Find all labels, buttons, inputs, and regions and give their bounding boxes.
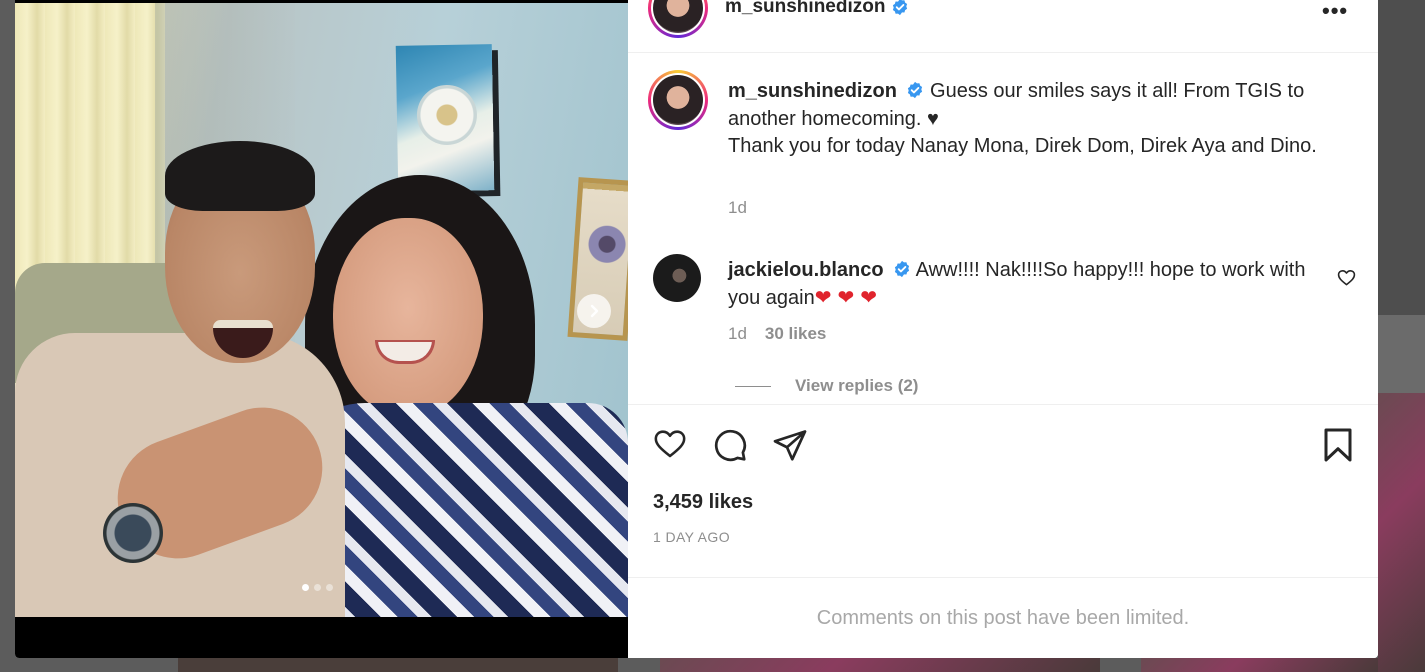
background-strip: [1378, 0, 1425, 315]
background-thumbnail[interactable]: [1141, 658, 1378, 672]
comment-text: jackielou.blanco Aww!!!! Nak!!!!So happy…: [728, 256, 1308, 312]
comment-button[interactable]: [712, 427, 748, 468]
verified-badge-icon: [908, 82, 923, 99]
save-button[interactable]: [1322, 427, 1354, 468]
profile-picture: [653, 75, 703, 125]
caption-line-2: Thank you for today Nanay Mona, Direk Do…: [728, 135, 1317, 157]
photo-image: [15, 3, 628, 617]
username-text: m_sunshinedizon: [725, 0, 886, 17]
heart-icon: [654, 430, 686, 458]
bookmark-icon: [1324, 428, 1352, 462]
post-header: m_sunshinedizon •••: [628, 0, 1378, 53]
man-hair: [165, 141, 315, 211]
author-avatar[interactable]: [648, 0, 708, 38]
view-replies-label: View replies (2): [795, 376, 919, 395]
post-likes-count[interactable]: 3,459 likes: [653, 491, 753, 514]
carousel-indicator: [302, 584, 333, 591]
background-thumbnail[interactable]: [1378, 393, 1425, 672]
comment-likes[interactable]: 30 likes: [765, 324, 826, 344]
caption-timestamp[interactable]: 1d: [728, 198, 747, 218]
verified-badge-icon: [895, 261, 910, 278]
wall-painting: [395, 44, 495, 192]
comment-like-button[interactable]: [1337, 268, 1356, 292]
post-actions-section: 3,459 likes 1 DAY AGO: [628, 404, 1378, 577]
heart-icon: [1337, 269, 1356, 286]
wrist-watch: [103, 503, 163, 563]
woman-face: [333, 218, 483, 418]
comment-icon: [714, 429, 747, 462]
background-thumbnail[interactable]: [178, 658, 618, 672]
post-modal: m_sunshinedizon ••• m_sunshinedizon Gues…: [15, 0, 1378, 658]
chevron-right-icon: [590, 304, 599, 318]
carousel-next-button[interactable]: [577, 294, 611, 328]
author-username[interactable]: m_sunshinedizon: [725, 0, 909, 18]
share-button[interactable]: [772, 427, 808, 468]
painting-flower: [585, 222, 628, 266]
comment-timestamp[interactable]: 1d: [728, 324, 747, 344]
carousel-dot: [302, 584, 309, 591]
comment-meta: 1d 30 likes: [728, 324, 826, 344]
caption-avatar[interactable]: [648, 70, 708, 130]
replies-divider: [735, 385, 771, 387]
caption-username[interactable]: m_sunshinedizon: [728, 80, 897, 102]
carousel-dot: [314, 584, 321, 591]
like-button[interactable]: [652, 427, 688, 466]
background-strip: [1378, 315, 1425, 393]
heart-emojis: ❤❤❤: [814, 287, 884, 309]
post-photo[interactable]: [15, 0, 628, 658]
post-date[interactable]: 1 DAY AGO: [653, 529, 730, 545]
caption-text: m_sunshinedizon Guess our smiles says it…: [728, 78, 1338, 161]
verified-badge-icon: [893, 0, 908, 16]
background-thumbnail[interactable]: [660, 658, 1100, 672]
comments-limited-notice: Comments on this post have been limited.: [628, 577, 1378, 658]
commenter-avatar[interactable]: [653, 254, 701, 302]
more-options-button[interactable]: •••: [1322, 0, 1348, 24]
carousel-dot: [326, 584, 333, 591]
view-replies-button[interactable]: View replies (2): [735, 376, 918, 396]
commenter-username[interactable]: jackielou.blanco: [728, 259, 884, 281]
painting-flower: [416, 84, 478, 146]
send-icon: [773, 430, 807, 461]
post-details-panel: m_sunshinedizon ••• m_sunshinedizon Gues…: [628, 0, 1378, 658]
comments-limited-text: Comments on this post have been limited.: [816, 606, 1190, 629]
profile-picture: [653, 0, 703, 33]
